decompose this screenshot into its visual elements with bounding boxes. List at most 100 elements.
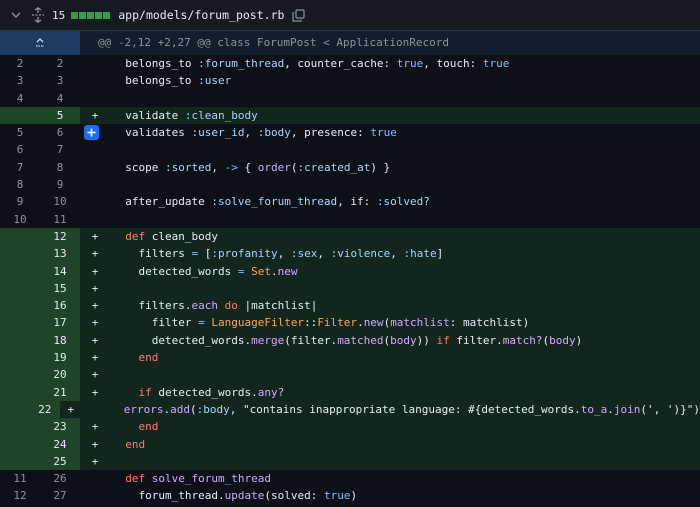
old-line-number[interactable]	[0, 418, 40, 436]
old-line-number[interactable]	[0, 262, 40, 280]
diff-marker: +	[91, 247, 99, 261]
old-line-number[interactable]	[0, 452, 40, 471]
diff-line-context: 9 10 after_update :solve_forum_thread, if…	[0, 193, 700, 211]
code-token: errors	[123, 402, 164, 416]
code-token: , if:	[337, 195, 377, 209]
new-line-number[interactable]: 23	[40, 418, 80, 436]
code-token: :sorted	[164, 160, 212, 174]
code-token: :body	[257, 126, 291, 140]
new-line-number[interactable]: 13	[40, 245, 80, 263]
diff-marker	[80, 141, 110, 158]
new-line-number[interactable]: 11	[40, 210, 80, 228]
diff-marker	[80, 159, 110, 176]
diff-line-context: 67	[0, 141, 700, 159]
old-line-number[interactable]	[0, 400, 30, 419]
new-line-number[interactable]: 19	[40, 349, 80, 367]
code-token: {	[237, 160, 258, 174]
old-line-number[interactable]	[0, 349, 40, 367]
code-token: clean_body	[145, 229, 218, 243]
old-line-number[interactable]: 4	[0, 89, 40, 107]
new-line-number[interactable]: 2	[40, 55, 80, 73]
new-line-number[interactable]: 17	[40, 314, 80, 332]
old-line-number[interactable]: 8	[0, 176, 40, 194]
new-line-number[interactable]: 21	[40, 383, 80, 401]
new-line-number[interactable]: 3	[40, 72, 80, 90]
new-line-number[interactable]: 9	[40, 176, 80, 194]
diffstat-block	[71, 11, 79, 19]
code-token: body	[549, 333, 576, 347]
new-line-number[interactable]: 15	[40, 279, 80, 298]
new-line-number[interactable]: 7	[40, 141, 80, 159]
new-line-number[interactable]: 22	[29, 400, 60, 419]
diff-marker: +	[91, 316, 99, 330]
new-line-number[interactable]: 12	[40, 227, 80, 246]
old-line-number[interactable]: 11	[0, 470, 40, 488]
code-line: def solve_forum_thread	[110, 470, 700, 487]
code-token: filter	[112, 316, 199, 330]
diff-line-added: 17 + filter = LanguageFilter::Filter.new(…	[0, 314, 700, 332]
new-line-number[interactable]: 26	[40, 470, 80, 488]
old-line-number[interactable]	[0, 227, 40, 246]
old-line-number[interactable]: 10	[0, 210, 40, 228]
chevron-down-icon[interactable]	[8, 7, 24, 23]
old-line-number[interactable]	[0, 279, 40, 298]
code-token: ,	[211, 160, 225, 174]
old-line-number[interactable]: 3	[0, 72, 40, 90]
code-line: validate :clean_body	[110, 107, 700, 124]
old-line-number[interactable]	[0, 383, 40, 401]
plus-icon	[87, 128, 96, 137]
old-line-number[interactable]	[0, 106, 40, 125]
diff-marker	[80, 470, 110, 487]
old-line-number[interactable]	[0, 366, 40, 384]
new-line-number[interactable]: 16	[40, 297, 80, 315]
diff-line-added: 20 +	[0, 366, 700, 384]
new-line-number[interactable]: 10	[40, 193, 80, 211]
new-line-number[interactable]: 24	[40, 435, 80, 453]
add-comment-button[interactable]	[84, 125, 99, 141]
new-line-number[interactable]: 5	[40, 106, 80, 125]
diff-marker	[80, 176, 110, 193]
new-line-number[interactable]: 20	[40, 366, 80, 384]
old-line-number[interactable]: 7	[0, 158, 40, 177]
old-line-number[interactable]	[0, 435, 40, 453]
code-token: true	[323, 489, 351, 503]
old-line-number[interactable]: 6	[0, 141, 40, 159]
expand-all-icon[interactable]	[30, 7, 46, 23]
code-token: def	[125, 472, 146, 486]
new-line-number[interactable]: 8	[40, 158, 80, 177]
diff-marker	[80, 211, 110, 228]
code-token: validates	[112, 126, 192, 140]
old-line-number[interactable]: 9	[0, 193, 40, 211]
new-line-number[interactable]: 6	[40, 124, 80, 142]
diff-marker	[80, 55, 110, 72]
code-token: to_a	[580, 402, 608, 416]
code-token: do	[224, 299, 238, 313]
old-line-number[interactable]	[0, 331, 40, 350]
diff-line-context: 78 scope :sorted, -> { order(:created_at…	[0, 158, 700, 177]
old-line-number[interactable]	[0, 314, 40, 332]
file-path[interactable]: app/models/forum_post.rb	[118, 8, 284, 22]
copy-icon[interactable]	[290, 7, 306, 23]
expand-up-button[interactable]	[0, 31, 80, 55]
new-line-number[interactable]: 27	[40, 487, 80, 505]
diff-line-added: 22 + errors. add(:body, "contains inapprop…	[0, 400, 700, 419]
old-line-number[interactable]	[0, 245, 40, 263]
code-token: Filter	[317, 316, 358, 330]
old-line-number[interactable]: 2	[0, 55, 40, 73]
old-line-number[interactable]: 12	[0, 487, 40, 505]
code-token: :hate	[403, 247, 437, 261]
new-line-number[interactable]: 14	[40, 262, 80, 280]
code-token: ]	[436, 247, 444, 261]
new-line-number[interactable]: 25	[40, 452, 80, 471]
new-line-number[interactable]: 4	[40, 89, 80, 107]
code-token: scope	[112, 160, 165, 174]
code-token: detected_words	[112, 264, 238, 278]
diff-line-added: 21 + if detected_words.any?	[0, 383, 700, 401]
code-token: , touch:	[423, 57, 483, 70]
new-line-number[interactable]: 18	[40, 331, 80, 350]
old-line-number[interactable]	[0, 297, 40, 315]
code-token: )	[575, 333, 583, 347]
old-line-number[interactable]: 5	[0, 124, 40, 142]
